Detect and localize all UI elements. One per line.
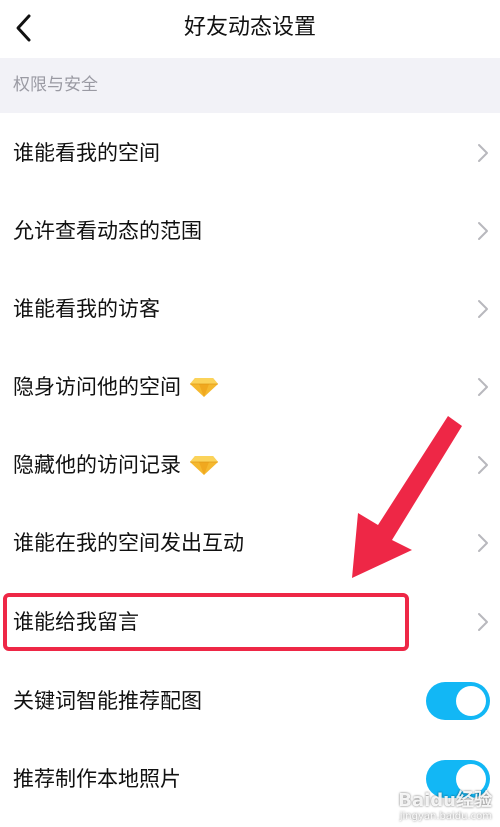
friend-feed-settings-screen: 好友动态设置 权限与安全 谁能看我的空间 允许查看动态的范围 谁能看我的访客 隐… [0, 0, 500, 827]
setting-label: 隐身访问他的空间 [13, 375, 181, 399]
setting-row-keyword-smart-image: 关键词智能推荐配图 [0, 662, 500, 740]
setting-row-who-can-interact[interactable]: 谁能在我的空间发出互动 [0, 504, 500, 582]
chevron-right-icon [478, 456, 488, 474]
chevron-right-icon [478, 144, 488, 162]
section-header-privacy: 权限与安全 [0, 58, 500, 113]
chevron-right-icon [478, 300, 488, 318]
setting-label: 允许查看动态的范围 [13, 219, 202, 243]
toggle-knob [456, 686, 486, 716]
setting-row-invisible-visit[interactable]: 隐身访问他的空间 [0, 348, 500, 426]
page-title: 好友动态设置 [183, 15, 316, 40]
diamond-vip-icon [190, 378, 218, 397]
setting-label: 谁能在我的空间发出互动 [13, 531, 244, 555]
local-photos-toggle[interactable] [426, 760, 490, 798]
setting-label: 推荐制作本地照片 [13, 767, 181, 791]
setting-row-who-can-leave-message[interactable]: 谁能给我留言 [0, 583, 500, 661]
setting-label: 谁能看我的访客 [13, 297, 160, 321]
setting-row-who-can-view-space[interactable]: 谁能看我的空间 [0, 114, 500, 192]
chevron-right-icon [478, 534, 488, 552]
setting-label: 隐藏他的访问记录 [13, 453, 181, 477]
setting-label: 关键词智能推荐配图 [13, 689, 202, 713]
keyword-image-toggle[interactable] [426, 682, 490, 720]
chevron-right-icon [478, 378, 488, 396]
chevron-right-icon [478, 222, 488, 240]
section-label: 权限与安全 [13, 75, 98, 95]
setting-label: 谁能看我的空间 [13, 141, 160, 165]
nav-bar: 好友动态设置 [0, 0, 500, 58]
setting-row-hide-visit-record[interactable]: 隐藏他的访问记录 [0, 426, 500, 504]
toggle-knob [456, 764, 486, 794]
chevron-right-icon [478, 613, 488, 631]
diamond-vip-icon [190, 456, 218, 475]
setting-row-recommend-local-photos: 推荐制作本地照片 [0, 740, 500, 818]
setting-row-allowed-feed-range[interactable]: 允许查看动态的范围 [0, 192, 500, 270]
setting-row-who-can-view-visitors[interactable]: 谁能看我的访客 [0, 270, 500, 348]
setting-label: 谁能给我留言 [13, 610, 139, 634]
